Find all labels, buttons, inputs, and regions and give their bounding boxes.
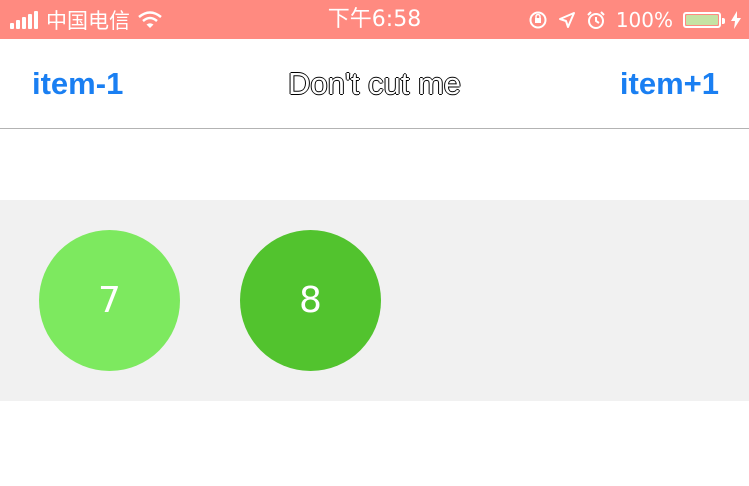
status-bar: 中国电信 下午6:58 100% <box>0 0 749 39</box>
items-strip: 7 8 <box>0 200 749 401</box>
location-arrow-icon <box>558 11 575 28</box>
item-circle-7[interactable]: 7 <box>39 230 180 371</box>
status-right: 100% <box>528 0 741 39</box>
item-circle-8[interactable]: 8 <box>240 230 381 371</box>
orientation-lock-icon <box>529 11 547 28</box>
alarm-clock-icon <box>587 10 605 29</box>
battery-icon <box>683 11 725 28</box>
charging-bolt-icon <box>731 10 741 29</box>
item-plus-button[interactable]: item+1 <box>620 39 719 128</box>
battery-percent: 100% <box>615 7 673 32</box>
navigation-bar: item-1 Don't cut me item+1 <box>0 39 749 129</box>
